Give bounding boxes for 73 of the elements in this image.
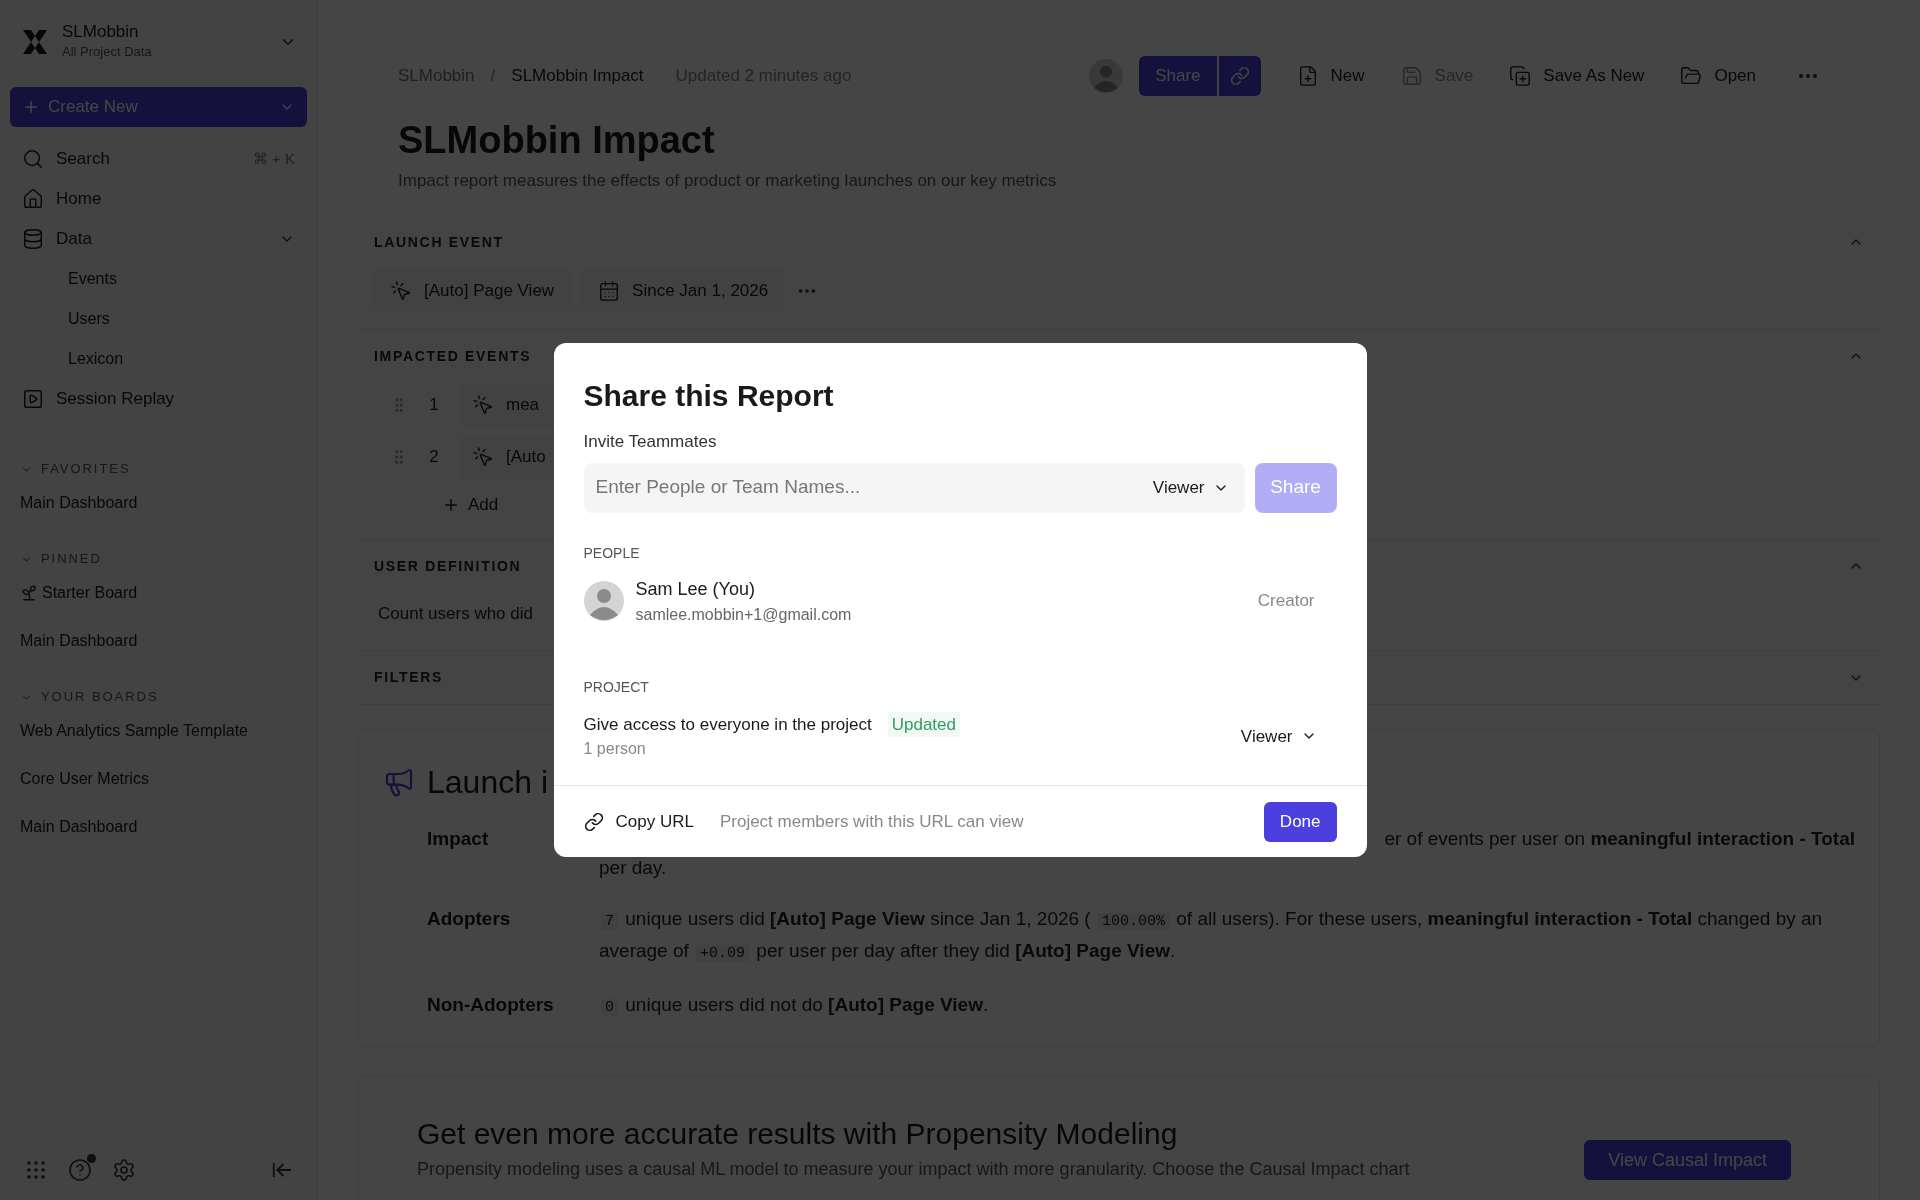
click-pointer-icon: [472, 393, 494, 416]
result-label: Non-Adopters: [427, 993, 554, 1017]
role-dropdown[interactable]: Viewer: [1152, 474, 1229, 501]
workspace-name: SLMobbin: [62, 22, 140, 42]
plus-icon: [22, 98, 40, 116]
nav-subitem[interactable]: Users: [10, 299, 307, 339]
replay-icon: [22, 388, 44, 410]
nav-subitem[interactable]: Lexicon: [10, 339, 307, 379]
people-heading: PEOPLE: [583, 543, 641, 563]
role-dropdown[interactable]: Viewer: [1240, 723, 1317, 749]
section-heading: IMPACTED EVENTS: [374, 346, 532, 366]
folder-icon: [1680, 65, 1703, 87]
data-icon: [22, 228, 44, 250]
project-access-text: Give access to everyone in the project: [583, 713, 872, 736]
toolbar-button[interactable]: Open: [1680, 56, 1756, 96]
updated-badge: Updated: [887, 711, 960, 737]
section-heading: USER DEFINITION: [374, 556, 522, 576]
report-title: SLMobbin Impact: [398, 118, 716, 163]
project-member-count: 1 person: [583, 739, 647, 759]
person-name: Sam Lee (You): [635, 577, 756, 601]
invite-field[interactable]: Enter People or Team Names... Viewer: [583, 462, 1245, 513]
board-item[interactable]: Main Dashboard: [10, 617, 307, 665]
settings-icon[interactable]: [112, 1158, 136, 1182]
calendar-icon: [598, 279, 621, 302]
promo-title: Get even more accurate results with Propensity Modeling: [417, 1116, 1179, 1152]
result-label: Adopters: [427, 907, 511, 931]
link-icon: [1229, 66, 1250, 86]
logo-icon: [20, 27, 50, 57]
click-pointer-icon: [472, 445, 494, 468]
result-text: 7 unique users did [Auto] Page View since Jan 1, 2026 ( 100.00% of all users). For these users, meaningful interaction - Total changed by an average of +0.09 per user per day after they did [Auto] Page View.: [599, 907, 1824, 964]
board-item[interactable]: Main Dashboard: [10, 479, 307, 527]
person-avatar: [583, 581, 624, 621]
copy-icon: [1509, 65, 1532, 87]
section-heading: FILTERS: [374, 668, 444, 687]
board-item[interactable]: Main Dashboard: [10, 803, 307, 851]
copy-link-button[interactable]: [1218, 56, 1261, 96]
event-index: 1: [428, 393, 440, 416]
breadcrumb-separator: /: [490, 65, 496, 88]
add-event-button[interactable]: Add: [434, 486, 507, 523]
result-text: 0 unique users did not do [Auto] Page View.: [599, 990, 989, 1022]
breadcrumb-link[interactable]: SLMobbin Impact: [511, 63, 644, 89]
result-label: Impact: [427, 827, 489, 851]
section-heading: LAUNCH EVENT: [374, 232, 504, 252]
result-text: er of events per user on meaningful interaction - Total: [1384, 827, 1855, 851]
nav-item[interactable]: Home: [10, 179, 307, 219]
help-icon[interactable]: [68, 1158, 92, 1182]
result-text: per day.: [599, 856, 667, 880]
user-definition-text: Count users who did: [377, 602, 534, 625]
user-avatar: [1089, 59, 1124, 93]
board-item[interactable]: Starter Board: [10, 569, 307, 617]
url-note: Project members with this URL can view: [719, 810, 1025, 833]
link-icon: [583, 811, 604, 832]
results-heading: Launch i: [427, 763, 548, 802]
click-pointer-icon: [390, 279, 412, 302]
nav-subitem[interactable]: Events: [10, 259, 307, 299]
toolbar-button[interactable]: New: [1296, 56, 1365, 96]
copy-url-button[interactable]: Copy URL: [583, 808, 694, 835]
board-item[interactable]: Web Analytics Sample Template: [10, 707, 307, 755]
person-role: Creator: [1257, 590, 1315, 613]
toolbar-button[interactable]: Save As New: [1509, 56, 1645, 96]
done-button[interactable]: Done: [1263, 801, 1337, 842]
megaphone-icon: [383, 766, 415, 798]
event-index: 2: [428, 445, 440, 468]
person-email: samlee.mobbin+1@gmail.com: [635, 604, 853, 625]
nav-item[interactable]: Session Replay: [10, 379, 307, 419]
search-icon: [22, 148, 44, 170]
nav-item[interactable]: Data: [10, 219, 307, 259]
board-item[interactable]: Core User Metrics: [10, 755, 307, 803]
apps-grid-icon[interactable]: [24, 1158, 48, 1182]
sprout-icon: [20, 584, 38, 602]
project-heading: PROJECT: [583, 677, 650, 697]
save-icon: [1400, 65, 1423, 87]
home-icon: [22, 188, 44, 210]
